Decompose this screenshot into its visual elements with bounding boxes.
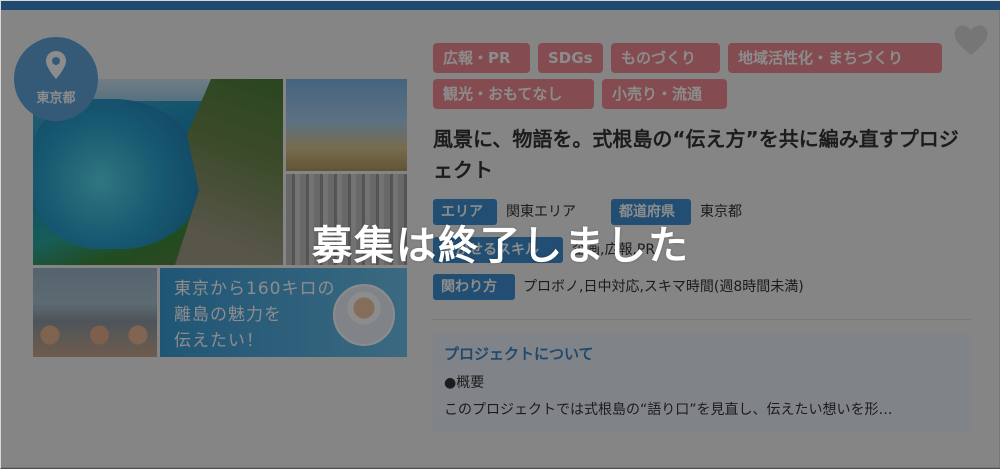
project-card[interactable]: 東京から160キロの 離島の魅力を 伝えたい！ 東京都 広報・PR SDGs も… [0,0,1000,469]
closed-overlay: 募集は終了しました [1,1,1000,469]
closed-message: 募集は終了しました [312,223,690,269]
